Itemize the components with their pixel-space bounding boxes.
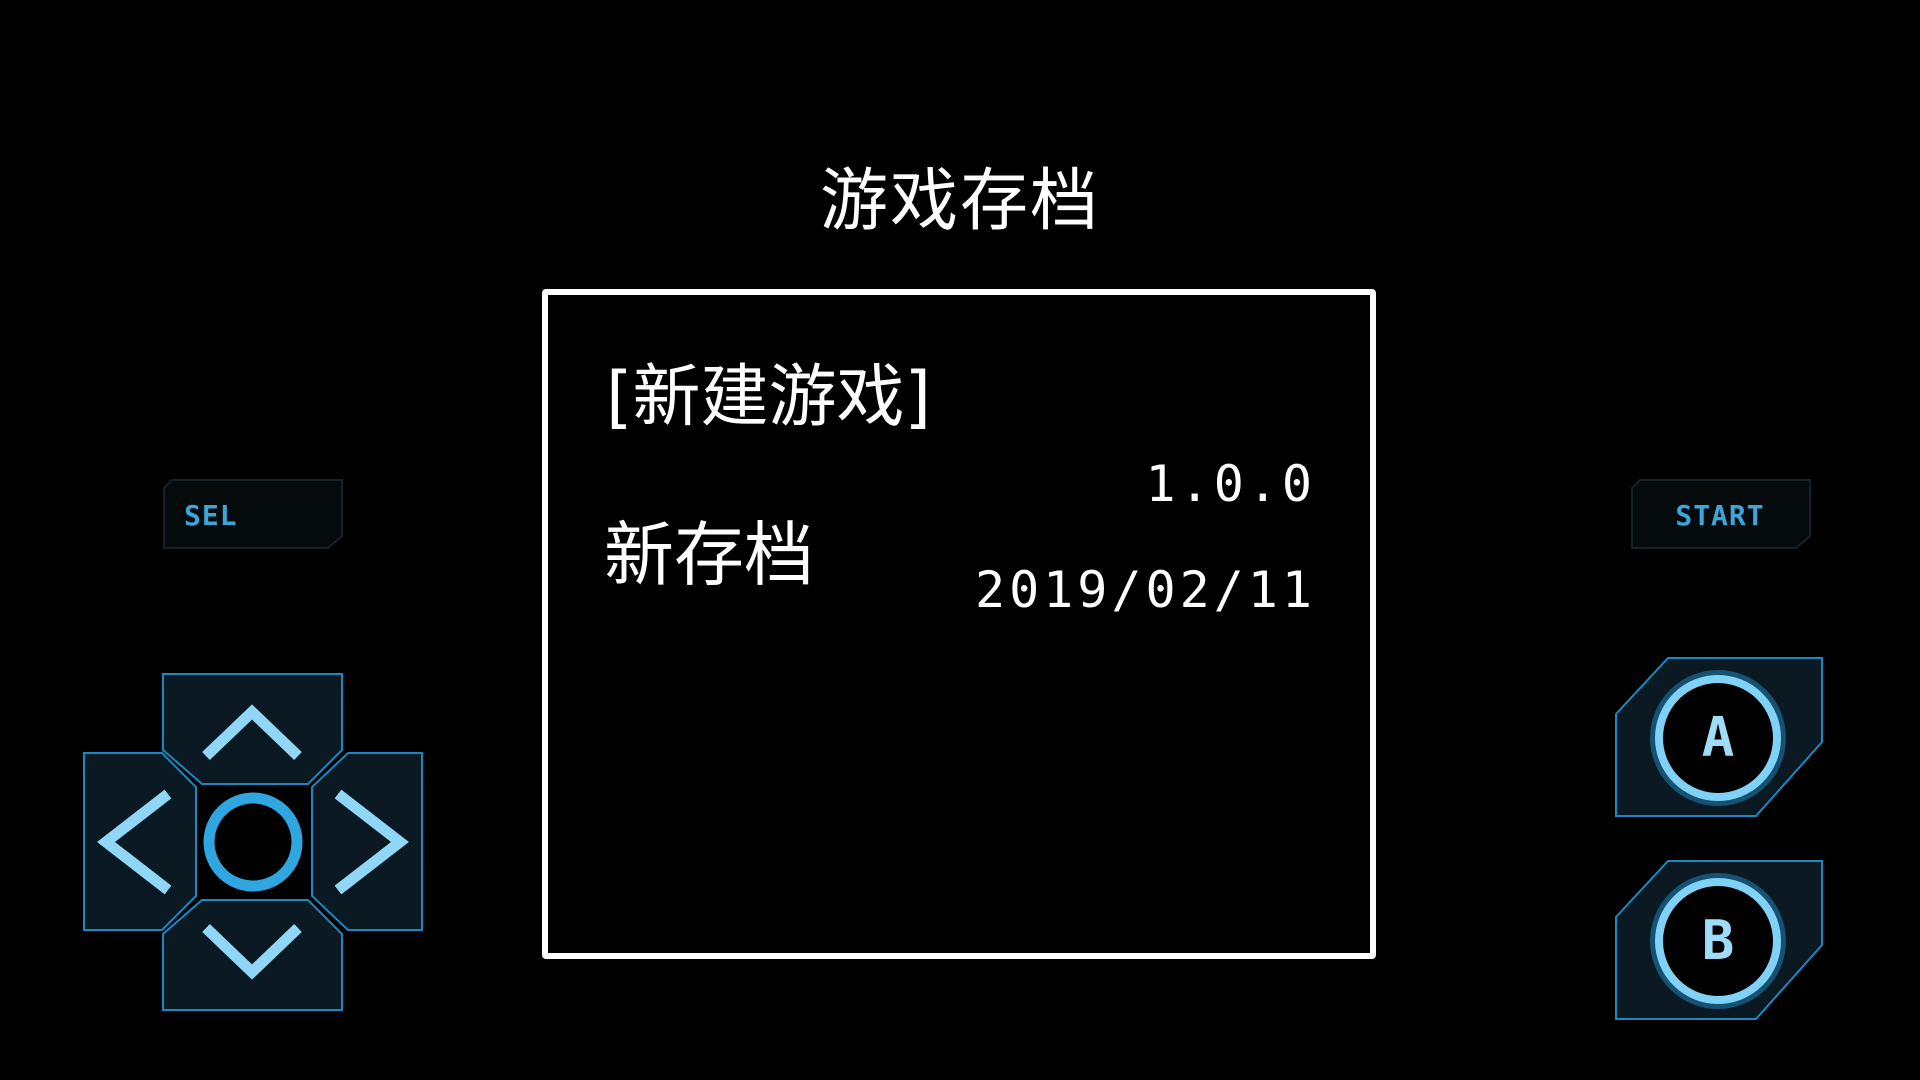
b-button-label: B bbox=[1702, 909, 1735, 972]
a-button-label: A bbox=[1702, 706, 1735, 769]
dpad-center[interactable] bbox=[203, 792, 303, 892]
dpad-down[interactable] bbox=[162, 899, 343, 1011]
dpad-up[interactable] bbox=[162, 673, 343, 785]
save-version: 1.0.0 bbox=[1145, 455, 1316, 513]
save-date: 2019/02/11 bbox=[974, 561, 1316, 619]
new-game-option[interactable]: [新建游戏] bbox=[606, 341, 931, 440]
a-button[interactable]: A bbox=[1614, 656, 1826, 822]
page-title: 游戏存档 bbox=[819, 162, 1100, 241]
game-screen: 游戏存档 [新建游戏] 1.0.0 新存档 2019/02/11 SEL STA… bbox=[0, 0, 1920, 1080]
b-button[interactable]: B bbox=[1614, 859, 1826, 1025]
select-button-label: SEL bbox=[184, 499, 238, 532]
dpad-right[interactable] bbox=[311, 752, 423, 931]
start-button[interactable]: START bbox=[1628, 478, 1814, 550]
center-ring-icon bbox=[203, 792, 303, 892]
dpad bbox=[83, 673, 423, 1011]
save-list-panel: [新建游戏] 1.0.0 新存档 2019/02/11 bbox=[542, 289, 1376, 959]
start-button-label: START bbox=[1675, 499, 1764, 532]
dpad-left[interactable] bbox=[83, 752, 197, 931]
select-button[interactable]: SEL bbox=[160, 478, 346, 550]
save-slot[interactable]: 1.0.0 新存档 2019/02/11 bbox=[548, 455, 1370, 625]
save-name: 新存档 bbox=[604, 514, 814, 596]
